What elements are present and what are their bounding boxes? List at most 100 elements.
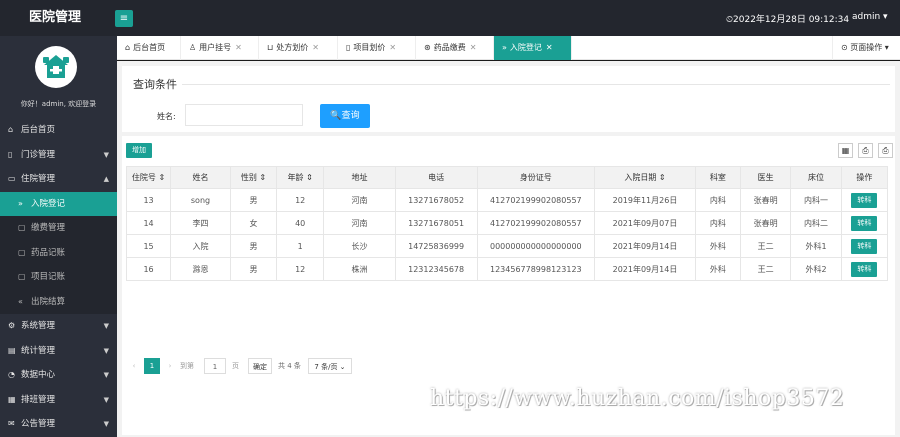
gear-icon: ⚙ <box>8 321 16 330</box>
sidebar-item-outpatient[interactable]: ▯ 门诊管理 ▼ <box>0 143 117 168</box>
cell: 内科二 <box>790 211 842 235</box>
transfer-button[interactable]: 转科 <box>851 261 878 277</box>
sidebar: 你好！admin, 欢迎登录 ⌂ 后台首页 ▯ 门诊管理 ▼ ▭ 住院管理 ▲ » 入院登记… <box>0 36 117 437</box>
caret-down-icon: ▼ <box>103 420 109 428</box>
sidebar-item-discharge[interactable]: «出院结算 <box>0 290 117 315</box>
page-input[interactable]: 1 <box>204 358 226 374</box>
col-header-name: 姓名 <box>170 166 231 189</box>
sidebar-item-admission[interactable]: » 入院登记 <box>0 191 117 216</box>
transfer-button[interactable]: 转科 <box>851 192 878 208</box>
cell: 13271678051 <box>394 211 478 235</box>
cell: 外科1 <box>790 234 842 258</box>
page-operations-menu[interactable]: ⊙ 页面操作 ▾ <box>832 36 900 60</box>
cell: 王二 <box>739 234 792 258</box>
cell: 12 <box>276 257 325 281</box>
col-header-gender[interactable]: 性别 ⇕ <box>229 166 278 189</box>
close-icon[interactable]: ✕ <box>546 43 553 52</box>
hamburger-icon[interactable]: ≡ <box>115 10 133 27</box>
cell: 转科 <box>840 257 889 281</box>
coin-icon: ⊛ <box>424 43 431 52</box>
sidebar-item-drug-billing[interactable]: ▢ 药品记账 <box>0 241 117 266</box>
page-icon: ▢ <box>18 272 26 281</box>
sidebar-nav: ⌂ 后台首页 ▯ 门诊管理 ▼ ▭ 住院管理 ▲ » 入院登记 ▢ 缴费管理 ▢ 药品记账 ▢ 项… <box>0 118 117 437</box>
sidebar-item-notice[interactable]: ✉ 公告管理 ▼ <box>0 412 117 437</box>
cell: 40 <box>276 211 325 235</box>
transfer-button[interactable]: 转科 <box>851 215 878 231</box>
col-header-age[interactable]: 年龄 ⇕ <box>276 166 325 189</box>
print-icon[interactable]: ⎙ <box>878 143 893 158</box>
caret-down-icon: ▼ <box>103 322 109 330</box>
clock-display: ⏲2022年12月28日 09:12:34 <box>726 15 850 25</box>
tab-prescription[interactable]: ⊔ 处方划价 ✕ <box>259 36 338 60</box>
sidebar-item-payment[interactable]: ▢ 缴费管理 <box>0 216 117 241</box>
home-icon: ⌂ <box>8 125 14 134</box>
col-header-action: 操作 <box>840 166 889 189</box>
inpatient-icon: ▭ <box>8 174 16 183</box>
add-button[interactable]: 增加 <box>126 143 152 158</box>
cell: 16 <box>125 257 172 281</box>
tab-bar: ⌂ 后台首页 ♙ 用户挂号 ✕ ⊔ 处方划价 ✕ ▯ 项目划价 ✕ ⊛ 药品缴费 ✕ » 入院登记 ✕… <box>117 36 900 60</box>
cell: 女 <box>229 211 278 235</box>
cell: 12312345678 <box>394 257 478 281</box>
double-chevron-left-icon: « <box>18 296 23 306</box>
col-header-id[interactable]: 住院号 ⇕ <box>125 166 172 189</box>
close-icon[interactable]: ✕ <box>235 43 242 52</box>
document-icon: ▯ <box>346 43 351 52</box>
cell: 李四 <box>170 211 231 235</box>
outpatient-icon: ▯ <box>8 149 13 159</box>
page-size-select[interactable]: 7 条/页 ⌄ <box>308 358 352 374</box>
export-icon[interactable]: ⎙ <box>858 143 873 158</box>
confirm-button[interactable]: 确定 <box>248 358 272 374</box>
col-header-address: 地址 <box>323 166 396 189</box>
cell: 14 <box>125 211 172 235</box>
double-chevron-right-icon: » <box>18 198 23 208</box>
cell: 入院 <box>170 234 231 258</box>
cell: 男 <box>229 188 278 212</box>
name-input[interactable] <box>185 104 303 126</box>
page-1[interactable]: 1 <box>144 358 160 374</box>
sidebar-item-system[interactable]: ⚙ 系统管理 ▼ <box>0 314 117 339</box>
tab-project-pricing[interactable]: ▯ 项目划价 ✕ <box>338 36 416 60</box>
admission-table: 住院号 ⇕ 姓名 性别 ⇕ 年龄 ⇕ 地址 电话 身份证号 入院日期 ⇕ 科室 … <box>125 166 889 281</box>
search-button[interactable]: 🔍查询 <box>320 104 370 128</box>
sidebar-item-inpatient[interactable]: ▭ 住院管理 ▲ <box>0 167 117 192</box>
close-icon[interactable]: ✕ <box>470 43 477 52</box>
sidebar-item-stats[interactable]: ▤ 统计管理 ▼ <box>0 339 117 364</box>
tab-registration[interactable]: ♙ 用户挂号 ✕ <box>181 36 259 60</box>
cell: 外科2 <box>790 257 842 281</box>
col-header-date[interactable]: 入院日期 ⇕ <box>594 166 696 189</box>
col-header-doctor: 医生 <box>739 166 792 189</box>
caret-down-icon: ▼ <box>103 346 109 355</box>
cell: 内科 <box>694 188 741 212</box>
cell: 转科 <box>840 188 889 212</box>
transfer-button[interactable]: 转科 <box>851 238 878 254</box>
table-row: 13 song 男 12 河南 13271678052 412702199902080557… <box>125 188 889 212</box>
cell: 男 <box>229 257 278 281</box>
cell: 转科 <box>840 234 889 258</box>
cell: 河南 <box>323 188 396 212</box>
columns-icon[interactable]: ▦ <box>838 143 853 158</box>
cell: 河南 <box>323 211 396 235</box>
close-icon[interactable]: ✕ <box>389 43 396 52</box>
sidebar-item-home[interactable]: ⌂ 后台首页 <box>0 118 117 143</box>
close-icon[interactable]: ✕ <box>312 43 319 52</box>
cell: 2019年11月26日 <box>594 188 696 212</box>
app-title: 医院管理 <box>28 10 81 25</box>
sidebar-item-project-billing[interactable]: ▢ 项目记账 <box>0 265 117 290</box>
col-header-dept: 科室 <box>694 166 741 189</box>
cell: 2021年09月07日 <box>594 211 696 235</box>
next-page-icon[interactable]: › <box>164 358 176 374</box>
sidebar-item-schedule[interactable]: ▦ 排班管理 ▼ <box>0 388 117 413</box>
caret-down-icon: ▼ <box>103 395 109 404</box>
cell: 王二 <box>739 257 792 281</box>
sidebar-item-data[interactable]: ◔ 数据中心 ▼ <box>0 363 117 388</box>
tab-home[interactable]: ⌂ 后台首页 <box>117 36 181 60</box>
main-content: 查询条件 姓名: 🔍查询 增加 ▦ ⎙ ⎙ 住院号 ⇕ 姓名 性别 ⇕ 年龄 ⇕… <box>117 61 900 437</box>
user-menu[interactable]: admin ▾ <box>852 12 888 22</box>
tab-drug-payment[interactable]: ⊛ 药品缴费 ✕ <box>416 36 494 60</box>
stats-icon: ▤ <box>8 345 16 355</box>
cell: 张春明 <box>739 211 792 235</box>
cell: 内科 <box>694 211 741 235</box>
tab-admission[interactable]: » 入院登记 ✕ <box>494 36 572 60</box>
prev-page-icon[interactable]: ‹ <box>128 358 140 374</box>
